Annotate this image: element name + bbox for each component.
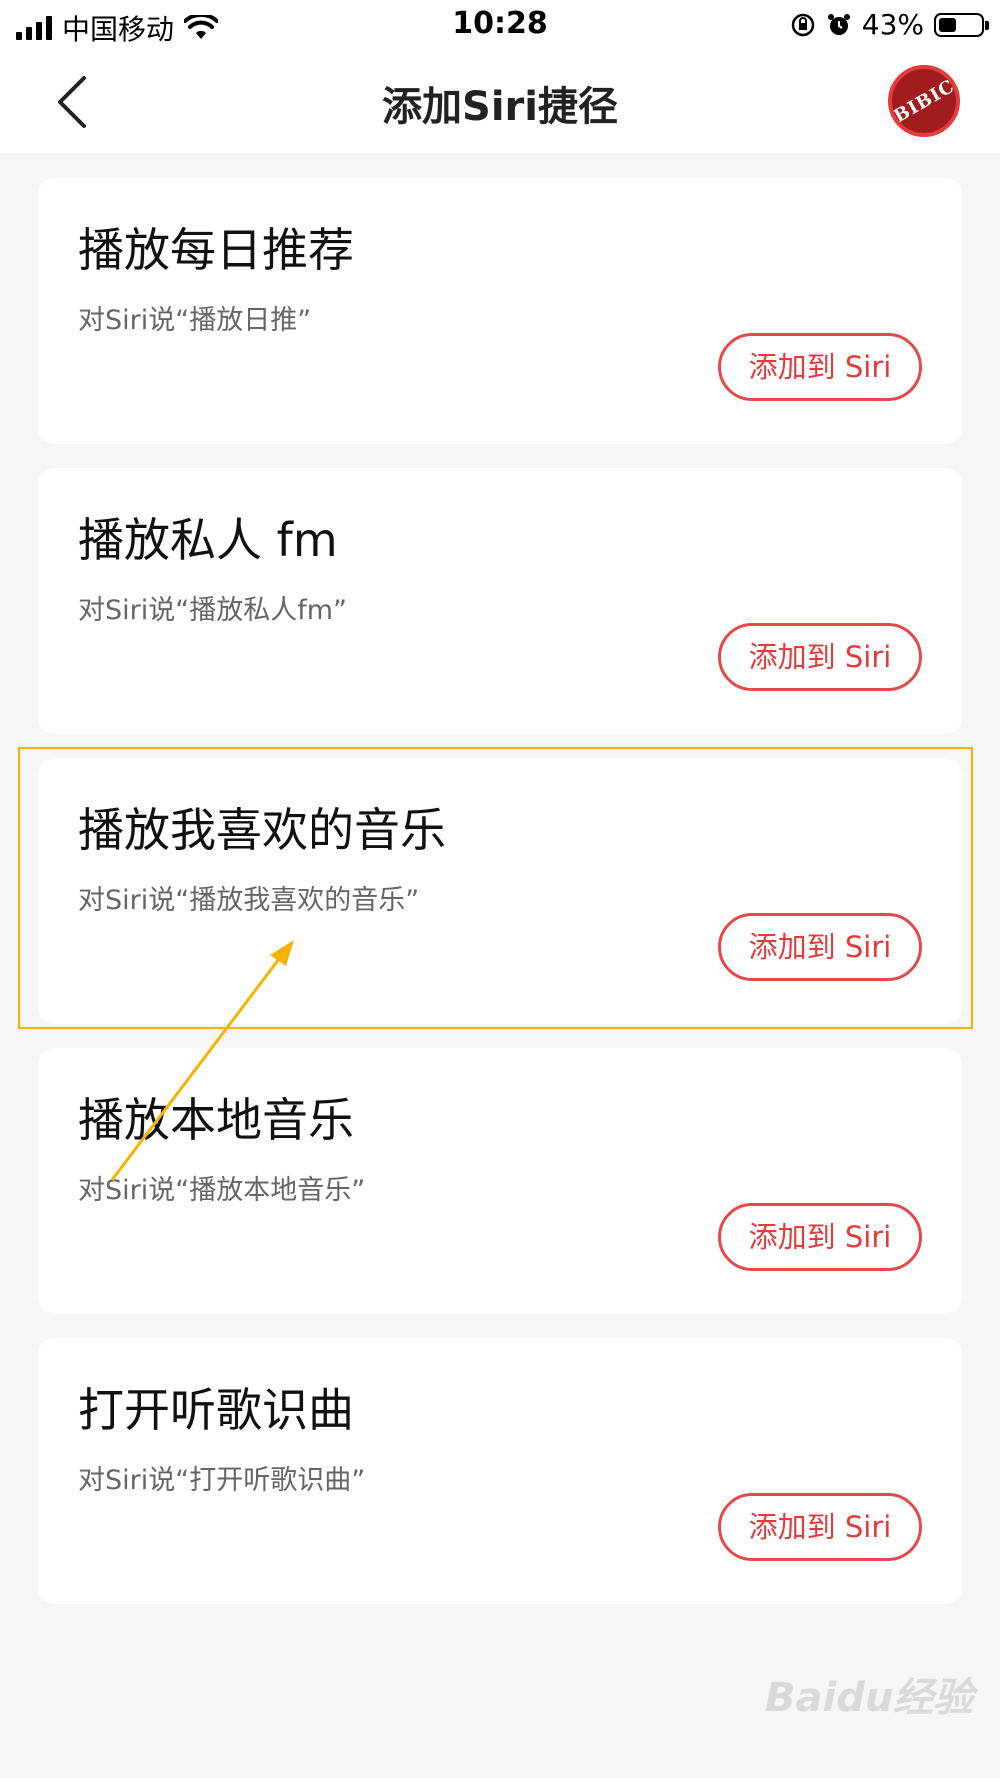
watermark-logo: Baidu经验 <box>765 1675 974 1721</box>
shortcut-card-0: 播放每日推荐 对Siri说“播放日推” 添加到 Siri <box>38 178 962 444</box>
alarm-icon <box>827 13 850 35</box>
add-to-siri-button[interactable]: 添加到 Siri <box>718 333 922 401</box>
add-to-siri-button[interactable]: 添加到 Siri <box>718 1203 922 1271</box>
shortcut-card-2: 播放我喜欢的音乐 对Siri说“播放我喜欢的音乐” 添加到 Siri <box>38 758 962 1024</box>
shortcut-phrase: 对Siri说“播放本地音乐” <box>78 1175 366 1206</box>
avatar-logo-text: BIBIC <box>889 75 959 127</box>
shortcut-title: 播放每日推荐 <box>78 223 354 277</box>
status-right: 43% <box>790 8 989 41</box>
shortcut-phrase: 对Siri说“打开听歌识曲” <box>78 1465 366 1496</box>
battery-icon <box>934 12 989 37</box>
shortcut-card-3: 播放本地音乐 对Siri说“播放本地音乐” 添加到 Siri <box>38 1048 962 1314</box>
battery-fill <box>939 17 956 32</box>
shortcut-phrase: 对Siri说“播放我喜欢的音乐” <box>78 885 420 916</box>
page-title: 添加Siri捷径 <box>382 84 618 130</box>
add-to-siri-button[interactable]: 添加到 Siri <box>718 1493 922 1561</box>
battery-percent: 43% <box>861 8 924 41</box>
shortcut-phrase: 对Siri说“播放日推” <box>78 305 312 336</box>
avatar[interactable]: BIBIC <box>888 65 960 137</box>
rotation-lock-icon <box>791 13 815 36</box>
status-bar: 中国移动 10:28 43% <box>0 0 1000 50</box>
add-to-siri-button[interactable]: 添加到 Siri <box>718 623 922 691</box>
nav-bar: 添加Siri捷径 BIBIC <box>0 50 1000 153</box>
shortcut-title: 播放本地音乐 <box>78 1093 354 1147</box>
shortcut-phrase: 对Siri说“播放私人fm” <box>78 595 348 626</box>
add-to-siri-button[interactable]: 添加到 Siri <box>718 913 922 981</box>
shortcut-title: 播放我喜欢的音乐 <box>78 803 446 857</box>
shortcut-title: 打开听歌识曲 <box>78 1383 354 1437</box>
shortcut-title: 播放私人 fm <box>78 513 338 567</box>
shortcut-card-1: 播放私人 fm 对Siri说“播放私人fm” 添加到 Siri <box>38 468 962 734</box>
shortcut-card-4: 打开听歌识曲 对Siri说“打开听歌识曲” 添加到 Siri <box>38 1338 962 1604</box>
